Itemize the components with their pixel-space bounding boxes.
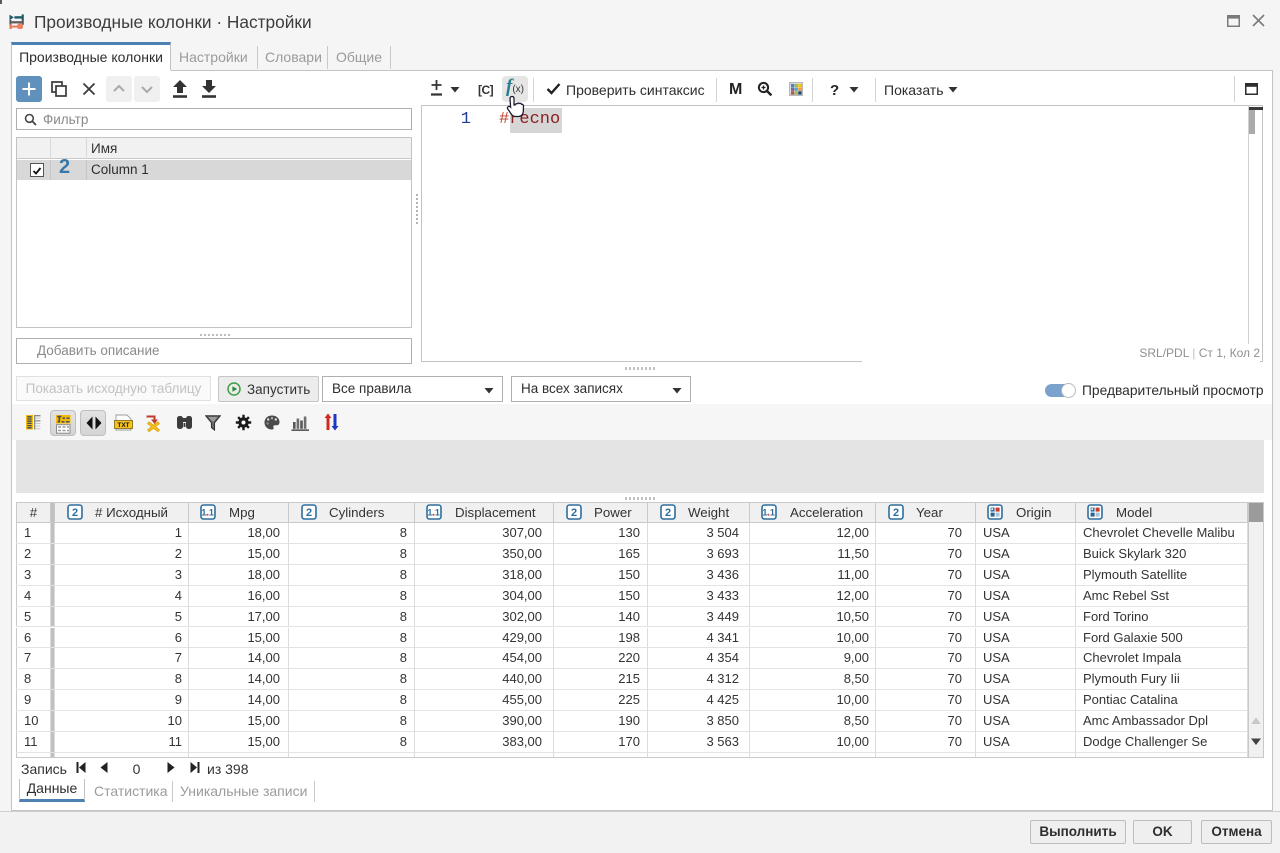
- svg-text:1.1: 1.1: [201, 508, 214, 518]
- svg-text:1.1: 1.1: [762, 508, 775, 518]
- svg-text:2: 2: [571, 507, 577, 519]
- svg-text:2: 2: [665, 507, 671, 519]
- svg-text:2: 2: [72, 507, 78, 519]
- svg-text:2: 2: [893, 507, 899, 519]
- svg-text:TXT: TXT: [117, 422, 129, 429]
- svg-text:2: 2: [306, 507, 312, 519]
- svg-text:1.1: 1.1: [427, 508, 440, 518]
